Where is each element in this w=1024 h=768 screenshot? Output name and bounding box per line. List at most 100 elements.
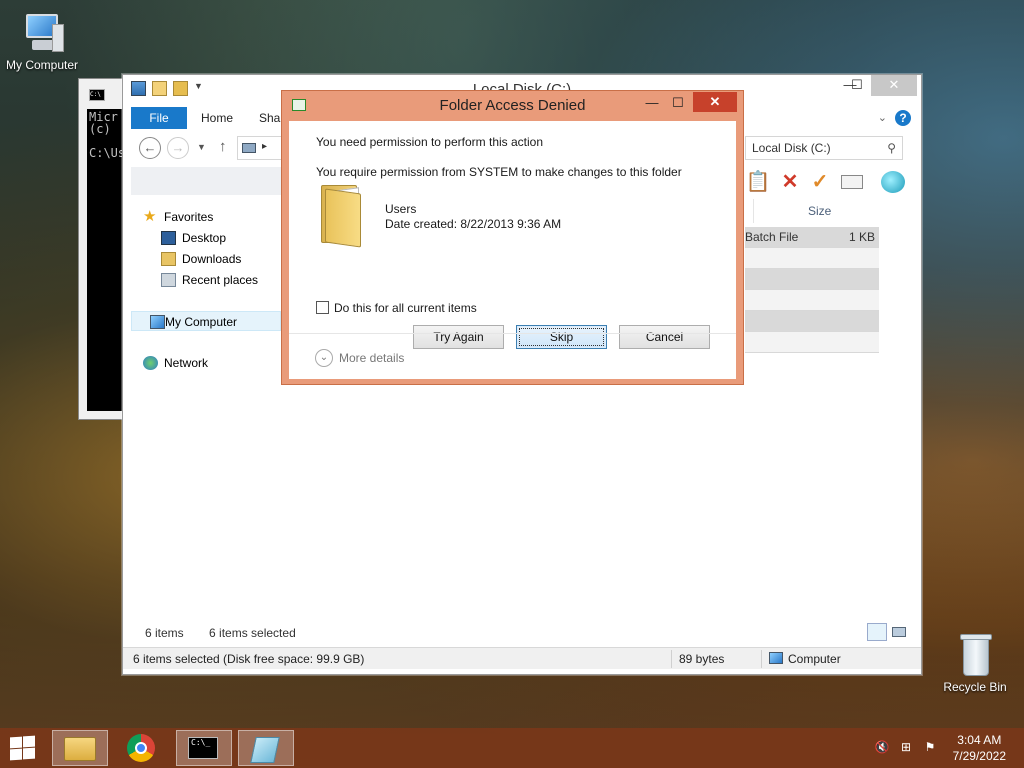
windows-logo-icon (10, 736, 22, 749)
nav-item-favorites[interactable]: ★ Favorites (131, 207, 281, 227)
search-text: Local Disk (C:) (752, 141, 831, 155)
taskbar-clock[interactable]: 3:04 AM 7/29/2022 (953, 732, 1006, 764)
taskbar: C:\_ 🔇 ⊞ ⚑ 3:04 AM 7/29/2022 (0, 728, 1024, 768)
folder-access-denied-dialog[interactable]: Folder Access Denied — ☐ ✕ You need perm… (281, 90, 744, 385)
notepad-icon (250, 737, 280, 763)
thumbnail-icon (892, 627, 906, 637)
status-bar: 6 items selected (Disk free space: 99.9 … (123, 647, 921, 669)
console-icon: C:\ (89, 89, 105, 101)
shell-icon[interactable] (881, 171, 905, 193)
folder-icon (319, 181, 365, 248)
file-type: Batch File (745, 230, 799, 244)
status-selection: 6 items selected (Disk free space: 99.9 … (133, 652, 365, 666)
recent-places-icon (161, 273, 176, 287)
item-counts: 6 items 6 items selected (145, 626, 296, 640)
tool-icons: 📋 ✕ ✓ (745, 169, 911, 197)
computer-icon (150, 315, 165, 329)
dialog-maximize-button[interactable]: ☐ (665, 93, 691, 113)
chevron-right-icon[interactable]: ▸ (262, 141, 267, 152)
volume-muted-icon[interactable]: 🔇 (874, 740, 890, 756)
recent-locations-icon[interactable]: ▼ (197, 142, 206, 152)
nav-item-my-computer[interactable]: My Computer (131, 311, 281, 331)
system-permission-message: You require permission from SYSTEM to ma… (316, 165, 682, 179)
file-row[interactable] (745, 248, 879, 269)
close-button[interactable]: ✕ (871, 75, 917, 96)
dialog-close-button[interactable]: ✕ (693, 92, 737, 112)
console-icon: C:\_ (188, 737, 218, 759)
clipboard-icon[interactable]: 📋 (745, 169, 771, 195)
details-view-button[interactable] (867, 623, 887, 641)
ribbon-expand-icon[interactable]: ⌄ (878, 111, 887, 124)
drive-icon (242, 143, 256, 153)
column-header-size[interactable]: Size (753, 199, 883, 223)
folder-date-created: Date created: 8/22/2013 9:36 AM (385, 217, 562, 231)
file-row[interactable]: Batch File 1 KB (745, 227, 879, 248)
taskbar-chrome[interactable] (114, 730, 170, 766)
dialog-minimize-button[interactable]: — (639, 93, 665, 113)
nav-label: Desktop (182, 231, 227, 245)
folder-icon (64, 737, 96, 761)
desktop-icon-label: My Computer (5, 58, 79, 72)
permission-message: You need permission to perform this acti… (316, 135, 544, 149)
back-button[interactable]: ← (139, 137, 161, 159)
all-items-checkbox[interactable] (316, 301, 329, 314)
taskbar-notepad[interactable] (238, 730, 294, 766)
search-icon: ⚲ (887, 141, 896, 155)
taskbar-file-explorer[interactable] (52, 730, 108, 766)
up-button[interactable]: ↑ (219, 138, 227, 155)
file-row[interactable] (745, 311, 879, 332)
nav-label: Favorites (164, 210, 214, 224)
network-icon (143, 356, 158, 370)
nav-label: Recent places (182, 273, 259, 287)
computer-icon (769, 652, 783, 664)
star-icon: ★ (143, 208, 157, 225)
status-bytes: 89 bytes (679, 652, 725, 666)
clock-time: 3:04 AM (957, 733, 1002, 747)
file-row[interactable] (745, 332, 879, 353)
network-icon[interactable]: ⊞ (898, 740, 914, 756)
rename-icon[interactable] (841, 175, 863, 189)
all-items-checkbox-label[interactable]: Do this for all current items (334, 301, 477, 315)
item-count: 6 items (145, 626, 184, 640)
downloads-icon (161, 252, 176, 266)
column-size-label: Size (808, 204, 832, 218)
large-icons-view-button[interactable] (889, 623, 909, 641)
desktop-icon-my-computer[interactable]: My Computer (0, 10, 84, 72)
search-input[interactable]: Local Disk (C:) ⚲ (745, 136, 903, 160)
selected-count: 6 items selected (209, 626, 296, 640)
address-bar[interactable]: ▸ (237, 136, 281, 160)
status-location: Computer (788, 652, 841, 666)
skip-button[interactable]: Skip (516, 325, 607, 349)
nav-item-recent-places[interactable]: Recent places (131, 270, 281, 290)
folder-name: Users (385, 202, 417, 216)
computer-icon (18, 10, 66, 56)
tab-file[interactable]: File (131, 107, 187, 129)
help-icon[interactable]: ? (895, 110, 911, 126)
file-size: 1 KB (848, 230, 875, 244)
taskbar-command-prompt[interactable]: C:\_ (176, 730, 232, 766)
nav-item-desktop[interactable]: Desktop (131, 228, 281, 248)
tab-home[interactable]: Home (201, 107, 233, 129)
navigation-pane: ★ Favorites Desktop Downloads Recent pla… (131, 203, 281, 623)
nav-label: Downloads (182, 252, 242, 266)
start-button[interactable] (8, 735, 38, 762)
command-bar (131, 167, 281, 195)
cancel-button[interactable]: Cancel (619, 325, 710, 349)
nav-label: My Computer (165, 315, 238, 329)
nav-item-network[interactable]: Network (131, 353, 281, 373)
forward-button[interactable]: → (167, 137, 189, 159)
more-details-link[interactable]: More details (339, 351, 404, 365)
more-details-icon[interactable]: ⌄ (315, 349, 333, 367)
dialog-body: You need permission to perform this acti… (289, 121, 736, 379)
checkmark-icon[interactable]: ✓ (807, 169, 833, 195)
delete-icon[interactable]: ✕ (777, 169, 803, 195)
file-row[interactable] (745, 269, 879, 290)
nav-item-downloads[interactable]: Downloads (131, 249, 281, 269)
desktop-icon-recycle-bin[interactable]: Recycle Bin (933, 632, 1017, 694)
nav-label: Network (164, 356, 209, 370)
try-again-button[interactable]: Try Again (413, 325, 504, 349)
file-row[interactable] (745, 290, 879, 311)
action-center-icon[interactable]: ⚑ (922, 740, 938, 756)
desktop-icon-label: Recycle Bin (943, 680, 1007, 694)
maximize-button[interactable]: ☐ (847, 75, 867, 96)
